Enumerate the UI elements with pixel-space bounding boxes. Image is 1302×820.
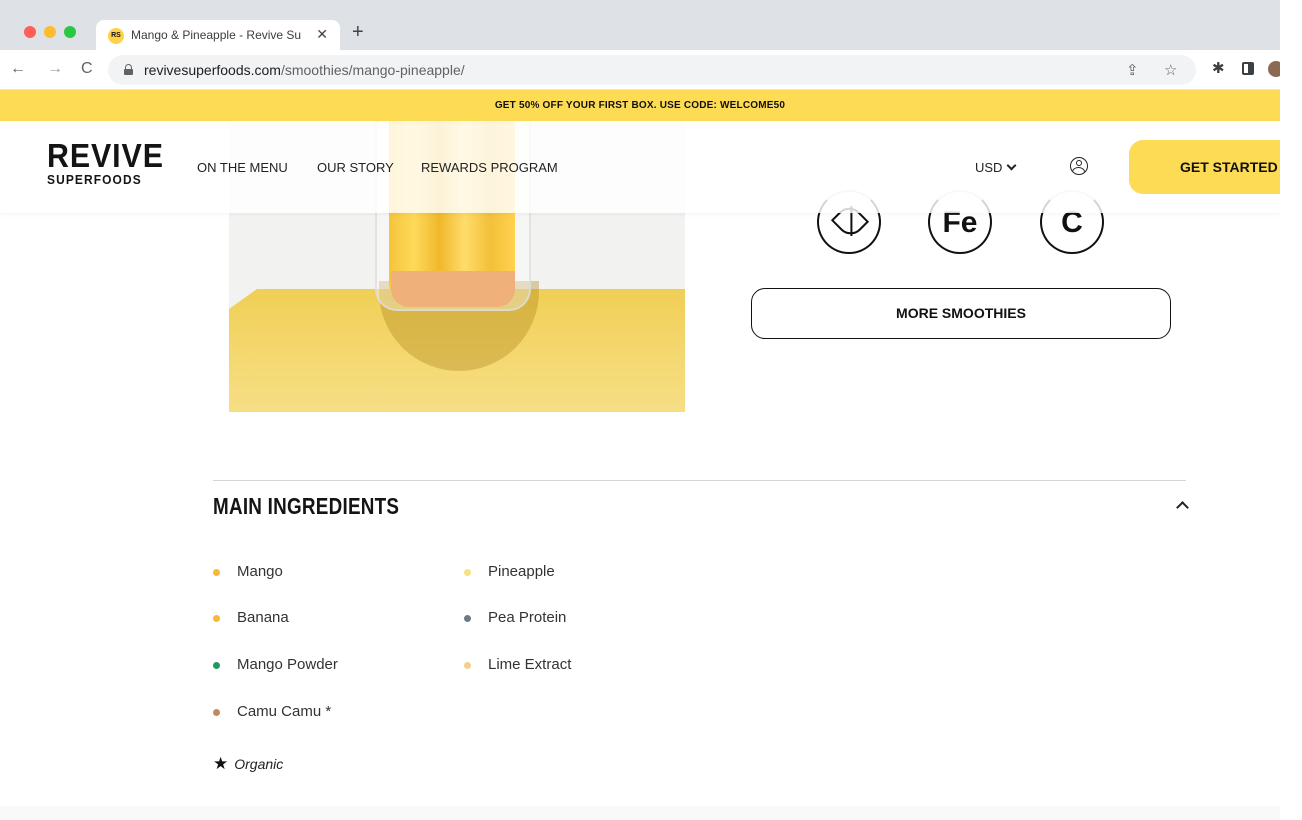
ingredient-dot (213, 615, 220, 622)
organic-footnote: ★ Organic (213, 754, 283, 774)
ingredient-label: Pineapple (488, 563, 555, 580)
promo-banner[interactable]: GET 50% OFF YOUR FIRST BOX. USE CODE: WE… (0, 90, 1280, 121)
nav-rewards-program[interactable]: REWARDS PROGRAM (421, 160, 558, 175)
url-text[interactable]: revivesuperfoods.com/smoothies/mango-pin… (144, 62, 465, 78)
extensions-puzzle-icon[interactable]: ✱ (1212, 59, 1225, 77)
close-window-button[interactable] (24, 26, 36, 38)
ingredient-label: Mango (237, 563, 283, 580)
ingredient-dot (464, 615, 471, 622)
url-path: /smoothies/mango-pineapple/ (280, 62, 465, 78)
ingredient-label: Camu Camu * (237, 703, 332, 720)
forward-arrow-icon[interactable]: → (47, 60, 63, 78)
url-domain: revivesuperfoods.com (144, 62, 281, 78)
back-arrow-icon[interactable]: ← (10, 60, 26, 78)
share-icon[interactable]: ⇪ (1126, 61, 1139, 79)
browser-tab[interactable]: RS Mango & Pineapple - Revive Su ✕ (96, 20, 340, 50)
section-divider (213, 480, 1186, 481)
side-panel-icon[interactable] (1242, 62, 1254, 75)
currency-selector[interactable]: USD (975, 160, 1017, 175)
site-header: REVIVE SUPERFOODS ON THE MENU OUR STORY … (0, 121, 1289, 213)
ingredient-dot (213, 662, 220, 669)
site-favicon-icon: RS (108, 28, 124, 44)
more-smoothies-button[interactable]: MORE SMOOTHIES (751, 288, 1171, 339)
ingredient-dot (464, 662, 471, 669)
ingredient-label: Pea Protein (488, 609, 567, 626)
browser-toolbar: ← → C revivesuperfoods.com/smoothies/man… (0, 50, 1284, 90)
footer-band (0, 806, 1280, 820)
address-bar[interactable]: revivesuperfoods.com/smoothies/mango-pin… (108, 55, 1196, 85)
get-started-button[interactable]: GET STARTED (1129, 140, 1289, 194)
minimize-window-button[interactable] (44, 26, 56, 38)
new-tab-button[interactable]: + (352, 21, 364, 43)
close-tab-icon[interactable]: ✕ (316, 26, 328, 42)
nav-our-story[interactable]: OUR STORY (317, 160, 394, 175)
logo-main-text: REVIVE (47, 137, 164, 174)
organic-label: Organic (234, 756, 284, 772)
tab-title: Mango & Pineapple - Revive Su (131, 28, 302, 42)
ingredient-label: Lime Extract (488, 656, 572, 673)
ingredient-dot (464, 569, 471, 576)
logo-sub-text: SUPERFOODS (47, 172, 142, 187)
lock-icon[interactable] (124, 64, 133, 75)
main-ingredients-heading[interactable]: MAIN INGREDIENTS (213, 493, 399, 520)
window-edge (1280, 0, 1302, 820)
site-logo[interactable]: REVIVE SUPERFOODS (47, 137, 174, 189)
nav-on-the-menu[interactable]: ON THE MENU (197, 160, 288, 175)
star-icon: ★ (213, 754, 229, 773)
currency-label: USD (975, 160, 1003, 175)
ingredient-dot (213, 569, 220, 576)
ingredient-dot (213, 709, 220, 716)
account-user-icon[interactable] (1070, 157, 1088, 175)
browser-tab-bar: RS Mango & Pineapple - Revive Su ✕ + (0, 0, 1280, 50)
ingredient-label: Mango Powder (237, 656, 338, 673)
chevron-up-icon[interactable] (1176, 501, 1189, 514)
bookmark-star-icon[interactable]: ☆ (1164, 61, 1177, 79)
reload-icon[interactable]: C (81, 60, 93, 78)
ingredient-label: Banana (237, 609, 289, 626)
maximize-window-button[interactable] (64, 26, 76, 38)
chevron-down-icon (1007, 160, 1017, 171)
